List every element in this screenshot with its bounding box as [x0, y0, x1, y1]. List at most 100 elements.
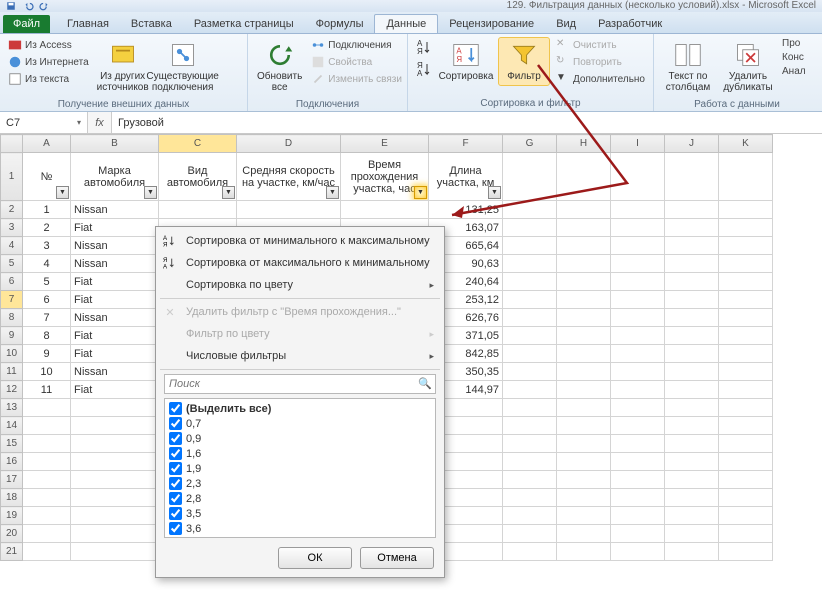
- number-filters-item[interactable]: Числовые фильтры▸: [156, 345, 444, 367]
- cell[interactable]: [503, 363, 557, 381]
- cell[interactable]: [719, 453, 773, 471]
- cell[interactable]: [503, 309, 557, 327]
- cell[interactable]: [719, 543, 773, 561]
- filter-value-item[interactable]: 1,9: [167, 461, 433, 476]
- cell[interactable]: [719, 309, 773, 327]
- fx-icon[interactable]: fx: [88, 112, 112, 133]
- cell[interactable]: [23, 489, 71, 507]
- filter-arrow[interactable]: ▼: [488, 186, 501, 199]
- filter-search-input[interactable]: [164, 374, 436, 394]
- cell[interactable]: [503, 381, 557, 399]
- cell[interactable]: 3: [23, 237, 71, 255]
- row-header[interactable]: 1: [1, 153, 23, 201]
- row-header[interactable]: 14: [1, 417, 23, 435]
- cell[interactable]: Fiat: [71, 291, 159, 309]
- sort-desc-icon[interactable]: ЯA: [414, 59, 434, 81]
- cell[interactable]: [503, 219, 557, 237]
- cell[interactable]: [611, 417, 665, 435]
- cell[interactable]: [611, 273, 665, 291]
- from-other-sources-button[interactable]: Из других источников: [95, 37, 151, 97]
- cell[interactable]: [719, 363, 773, 381]
- cell[interactable]: Fiat: [71, 327, 159, 345]
- cell[interactable]: [159, 201, 237, 219]
- cell[interactable]: [503, 345, 557, 363]
- what-if[interactable]: Анал: [780, 65, 808, 78]
- cell[interactable]: [557, 543, 611, 561]
- cell[interactable]: 7: [23, 309, 71, 327]
- col-header-D[interactable]: D: [237, 135, 341, 153]
- cell[interactable]: [71, 453, 159, 471]
- header-cell[interactable]: Марка автомобиля▼: [71, 153, 159, 201]
- cell[interactable]: [23, 525, 71, 543]
- cell[interactable]: [665, 237, 719, 255]
- cell[interactable]: [611, 381, 665, 399]
- cell[interactable]: [611, 471, 665, 489]
- cell[interactable]: Fiat: [71, 273, 159, 291]
- cell[interactable]: [557, 273, 611, 291]
- cell[interactable]: Fiat: [71, 381, 159, 399]
- row-header[interactable]: 13: [1, 399, 23, 417]
- sort-desc-item[interactable]: ЯA Сортировка от максимального к минимал…: [156, 252, 444, 274]
- filter-value-item[interactable]: 0,9: [167, 431, 433, 446]
- cell[interactable]: [503, 327, 557, 345]
- row-header[interactable]: 17: [1, 471, 23, 489]
- connections-line[interactable]: Подключения: [309, 37, 404, 53]
- cell[interactable]: [665, 363, 719, 381]
- cell[interactable]: [665, 381, 719, 399]
- filter-value-item[interactable]: 4,1: [167, 536, 433, 538]
- filter-value-item[interactable]: 1,6: [167, 446, 433, 461]
- cell[interactable]: [557, 363, 611, 381]
- cell[interactable]: 10: [23, 363, 71, 381]
- cell[interactable]: 8: [23, 327, 71, 345]
- header-cell[interactable]: Средняя скорость на участке, км/час▼: [237, 153, 341, 201]
- filter-value-item[interactable]: 3,6: [167, 521, 433, 536]
- cell[interactable]: [665, 525, 719, 543]
- row-header[interactable]: 12: [1, 381, 23, 399]
- cell[interactable]: [665, 255, 719, 273]
- cell[interactable]: [557, 219, 611, 237]
- cell[interactable]: [665, 453, 719, 471]
- cell[interactable]: [719, 237, 773, 255]
- col-header-E[interactable]: E: [341, 135, 429, 153]
- sort-by-color-item[interactable]: Сортировка по цвету▸: [156, 274, 444, 296]
- cell[interactable]: [503, 471, 557, 489]
- name-box[interactable]: C7▾: [0, 112, 88, 133]
- data-validation[interactable]: Про: [780, 37, 808, 50]
- filter-arrow[interactable]: ▼: [222, 186, 235, 199]
- cell[interactable]: [503, 201, 557, 219]
- row-header[interactable]: 18: [1, 489, 23, 507]
- cell[interactable]: [719, 525, 773, 543]
- cancel-button[interactable]: Отмена: [360, 547, 434, 569]
- cell[interactable]: [23, 435, 71, 453]
- cell[interactable]: [71, 489, 159, 507]
- cell[interactable]: Fiat: [71, 219, 159, 237]
- cell[interactable]: [557, 345, 611, 363]
- cell[interactable]: [71, 543, 159, 561]
- qat-save-icon[interactable]: [4, 1, 18, 11]
- cell[interactable]: [503, 453, 557, 471]
- tab-разметка страницы[interactable]: Разметка страницы: [183, 15, 305, 33]
- cell[interactable]: [611, 543, 665, 561]
- cell[interactable]: [665, 435, 719, 453]
- cell[interactable]: [665, 201, 719, 219]
- cell[interactable]: [71, 435, 159, 453]
- cell[interactable]: [719, 201, 773, 219]
- cell[interactable]: Nissan: [71, 309, 159, 327]
- header-cell[interactable]: Длина участка, км▼: [429, 153, 503, 201]
- row-header[interactable]: 21: [1, 543, 23, 561]
- cell[interactable]: [503, 525, 557, 543]
- sort-asc-icon[interactable]: AЯ: [414, 37, 434, 59]
- header-cell[interactable]: [557, 153, 611, 201]
- advanced-filter[interactable]: ▼Дополнительно: [554, 71, 647, 87]
- cell[interactable]: [503, 255, 557, 273]
- cell[interactable]: [71, 417, 159, 435]
- cell[interactable]: [719, 507, 773, 525]
- header-cell[interactable]: Время прохождения участка, час▼: [341, 153, 429, 201]
- cell[interactable]: [23, 453, 71, 471]
- cell[interactable]: [611, 327, 665, 345]
- cell[interactable]: [665, 291, 719, 309]
- col-header-H[interactable]: H: [557, 135, 611, 153]
- filter-value-item[interactable]: 2,8: [167, 491, 433, 506]
- cell[interactable]: [611, 255, 665, 273]
- cell[interactable]: [719, 327, 773, 345]
